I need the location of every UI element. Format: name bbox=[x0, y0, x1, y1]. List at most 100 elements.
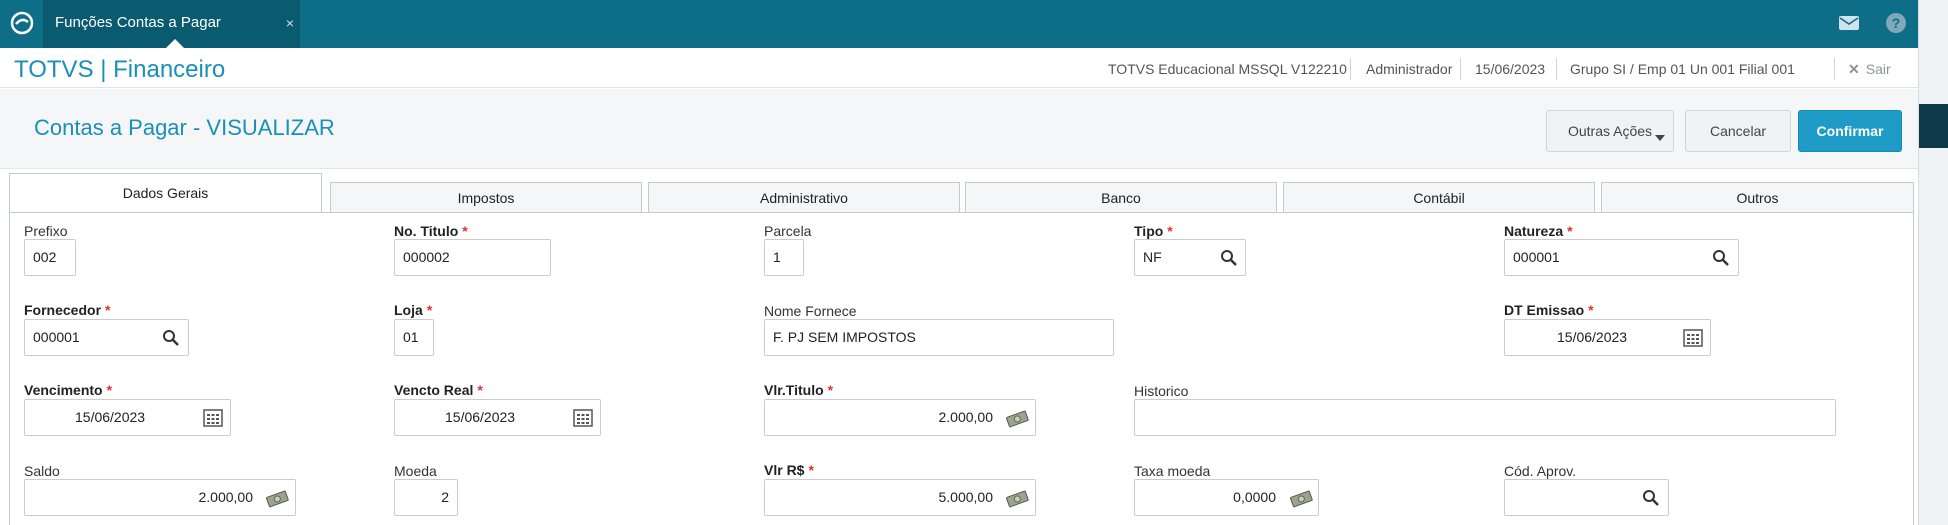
tab-dados-gerais[interactable]: Dados Gerais bbox=[9, 173, 322, 213]
company-info[interactable]: Grupo SI / Emp 01 Un 001 Filial 001 bbox=[1570, 61, 1795, 77]
money-icon[interactable] bbox=[1005, 488, 1029, 508]
exit-button[interactable]: ✕ Sair bbox=[1848, 61, 1891, 78]
calendar-icon[interactable] bbox=[573, 408, 593, 428]
dt-emissao-label: DT Emissao * bbox=[1504, 302, 1594, 318]
natureza-field[interactable]: 000001 bbox=[1504, 239, 1739, 276]
vlr-rs-field[interactable]: 5.000,00 bbox=[764, 479, 1036, 516]
vencto-real-label-text: Vencto Real bbox=[394, 382, 474, 398]
parcela-field[interactable]: 1 bbox=[764, 239, 804, 276]
vlr-titulo-value: 2.000,00 bbox=[938, 409, 994, 425]
natureza-label-text: Natureza bbox=[1504, 223, 1564, 239]
dt-emissao-label-text: DT Emissao bbox=[1504, 302, 1585, 318]
saldo-field[interactable]: 2.000,00 bbox=[24, 479, 296, 516]
vencimento-label: Vencimento * bbox=[24, 382, 112, 398]
page-header: Contas a Pagar - VISUALIZAR Outras Ações… bbox=[0, 89, 1918, 169]
nome-fornece-label: Nome Fornece bbox=[764, 303, 857, 319]
moeda-value: 2 bbox=[441, 489, 449, 505]
tipo-value: NF bbox=[1143, 249, 1162, 265]
search-icon[interactable] bbox=[1641, 488, 1661, 508]
user-info: Administrador bbox=[1366, 61, 1453, 77]
date-info: 15/06/2023 bbox=[1475, 61, 1546, 77]
active-tab-indicator bbox=[166, 39, 184, 48]
vlr-titulo-field[interactable]: 2.000,00 bbox=[764, 399, 1036, 436]
moeda-field[interactable]: 2 bbox=[394, 479, 458, 516]
cod-aprov-label: Cód. Aprov. bbox=[1504, 463, 1577, 479]
natureza-label: Natureza * bbox=[1504, 223, 1573, 239]
search-icon[interactable] bbox=[1711, 248, 1731, 268]
exit-label: Sair bbox=[1865, 61, 1891, 77]
app-header: TOTVS | Financeiro TOTVS Educacional MSS… bbox=[0, 48, 1918, 88]
svg-text:?: ? bbox=[1892, 15, 1901, 31]
tab-impostos[interactable]: Impostos bbox=[330, 182, 642, 212]
chevron-down-icon bbox=[1655, 135, 1665, 141]
vlr-rs-label-text: Vlr R$ bbox=[764, 462, 805, 478]
vencto-real-field[interactable]: 15/06/2023 bbox=[394, 399, 601, 436]
divider bbox=[1834, 58, 1835, 80]
vlr-rs-value: 5.000,00 bbox=[938, 489, 994, 505]
tipo-field[interactable]: NF bbox=[1134, 239, 1246, 276]
no-titulo-field[interactable]: 000002 bbox=[394, 239, 551, 276]
side-panel-edge bbox=[1918, 0, 1948, 525]
tab-banco[interactable]: Banco bbox=[965, 182, 1277, 212]
divider bbox=[1556, 58, 1557, 80]
vlr-rs-label: Vlr R$ * bbox=[764, 462, 814, 478]
taxa-moeda-value: 0,0000 bbox=[1233, 489, 1276, 505]
historico-label: Historico bbox=[1134, 383, 1189, 399]
required-marker: * bbox=[426, 302, 433, 318]
cancel-button[interactable]: Cancelar bbox=[1685, 110, 1791, 152]
page-title: Contas a Pagar - VISUALIZAR bbox=[34, 115, 335, 140]
environment-info: TOTVS Educacional MSSQL V122210 bbox=[1108, 61, 1347, 77]
parcela-label: Parcela bbox=[764, 223, 812, 239]
mail-icon[interactable] bbox=[1838, 14, 1860, 32]
required-marker: * bbox=[1167, 223, 1173, 239]
loja-label-text: Loja bbox=[394, 302, 423, 318]
calendar-icon[interactable] bbox=[203, 408, 223, 428]
nome-fornece-field[interactable]: F. PJ SEM IMPOSTOS bbox=[764, 319, 1114, 356]
other-actions-button[interactable]: Outras Ações bbox=[1546, 110, 1674, 152]
cod-aprov-field[interactable] bbox=[1504, 479, 1669, 516]
form-tabs: Dados Gerais Impostos Administrativo Ban… bbox=[9, 173, 1914, 213]
parcela-value: 1 bbox=[773, 249, 781, 265]
search-icon[interactable] bbox=[161, 328, 181, 348]
totvs-logo-icon[interactable] bbox=[10, 11, 34, 35]
required-marker: * bbox=[462, 223, 468, 239]
tab-administrativo[interactable]: Administrativo bbox=[648, 182, 960, 212]
app-title: TOTVS | Financeiro bbox=[14, 56, 226, 83]
close-icon: ✕ bbox=[1848, 61, 1860, 77]
confirm-button[interactable]: Confirmar bbox=[1798, 110, 1902, 152]
saldo-label: Saldo bbox=[24, 463, 60, 479]
taxa-moeda-label: Taxa moeda bbox=[1134, 463, 1211, 479]
required-marker: * bbox=[1588, 302, 1594, 318]
top-bar: Funções Contas a Pagar [02.9.0006] × ? bbox=[0, 0, 1918, 77]
money-icon[interactable] bbox=[1005, 408, 1029, 428]
vencimento-label-text: Vencimento bbox=[24, 382, 103, 398]
moeda-label: Moeda bbox=[394, 463, 437, 479]
historico-field[interactable] bbox=[1134, 399, 1836, 436]
taxa-moeda-field[interactable]: 0,0000 bbox=[1134, 479, 1319, 516]
help-icon[interactable]: ? bbox=[1885, 12, 1907, 34]
money-icon[interactable] bbox=[265, 488, 289, 508]
prefixo-value: 002 bbox=[33, 249, 57, 265]
nome-fornece-value: F. PJ SEM IMPOSTOS bbox=[773, 329, 916, 345]
loja-field[interactable]: 01 bbox=[394, 319, 434, 356]
tab-contabil[interactable]: Contábil bbox=[1283, 182, 1595, 212]
required-marker: * bbox=[1567, 223, 1573, 239]
calendar-icon[interactable] bbox=[1683, 328, 1703, 348]
vencimento-value: 15/06/2023 bbox=[75, 409, 146, 425]
tab-outros[interactable]: Outros bbox=[1601, 182, 1914, 212]
no-titulo-label-text: No. Titulo bbox=[394, 223, 459, 239]
side-panel-dark-block bbox=[1919, 104, 1948, 148]
divider bbox=[1350, 58, 1351, 80]
no-titulo-label: No. Titulo * bbox=[394, 223, 468, 239]
dt-emissao-value: 15/06/2023 bbox=[1557, 329, 1628, 345]
prefixo-field[interactable]: 002 bbox=[24, 239, 76, 276]
close-tab-icon[interactable]: × bbox=[286, 0, 294, 46]
loja-value: 01 bbox=[403, 329, 419, 345]
vencimento-field[interactable]: 15/06/2023 bbox=[24, 399, 231, 436]
money-icon[interactable] bbox=[1289, 488, 1313, 508]
search-icon[interactable] bbox=[1219, 248, 1239, 268]
dt-emissao-field[interactable]: 15/06/2023 bbox=[1504, 319, 1711, 356]
fornecedor-field[interactable]: 000001 bbox=[24, 319, 189, 356]
vencto-real-value: 15/06/2023 bbox=[445, 409, 516, 425]
loja-label: Loja * bbox=[394, 302, 432, 318]
